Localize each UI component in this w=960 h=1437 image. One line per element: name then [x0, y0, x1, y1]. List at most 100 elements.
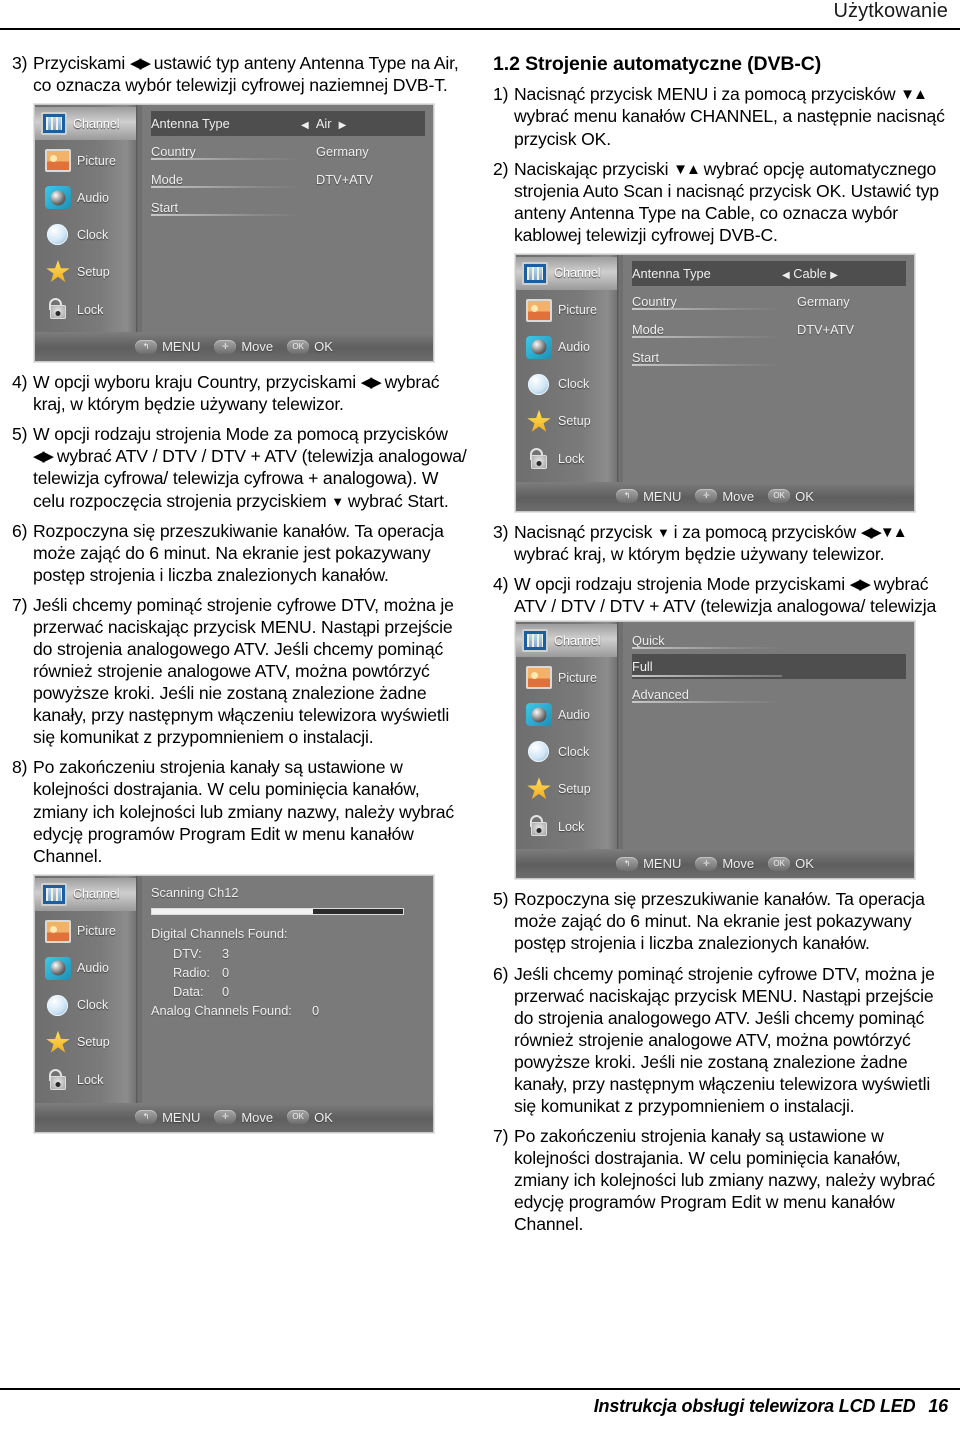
dpad-arrows-icon: ◀▶▼▲	[860, 523, 908, 541]
channel-icon	[41, 882, 67, 906]
item-text-a: Naciskając przyciski	[514, 158, 674, 179]
osd-footer-label: OK	[795, 488, 814, 504]
osd-sidebar-item-channel[interactable]: Channel	[516, 256, 620, 290]
osd-sidebar-item-audio[interactable]: Audio	[520, 331, 620, 364]
arrow-left-icon[interactable]: ◀	[782, 270, 790, 281]
item-number: 7)	[493, 1126, 509, 1147]
osd-row-separator	[151, 158, 301, 161]
osd-sidebar-item-lock[interactable]: Lock	[39, 1064, 139, 1097]
osd-row-mode[interactable]: Mode DTV+ATV	[151, 167, 425, 192]
osd-footer-move[interactable]: ✛ Move	[695, 489, 754, 504]
osd-sidebar-item-lock[interactable]: Lock	[520, 443, 620, 476]
osd-row-antenna-type[interactable]: Antenna Type ◀ Air ▶	[151, 111, 425, 137]
osd-footer-menu[interactable]: ↰ MENU	[616, 489, 681, 504]
clock-icon	[526, 740, 552, 763]
osd-footer-label: Move	[722, 488, 755, 504]
osd-content-pane: Scanning Ch12 Digital Channels Found: DT…	[142, 875, 433, 1103]
osd-row-label: Mode	[151, 172, 184, 188]
section-title: 1.2 Strojenie automatyczne (DVB-C)	[493, 53, 822, 75]
osd-footer-menu[interactable]: ↰ MENU	[135, 1110, 200, 1125]
header-divider	[0, 28, 960, 30]
item-body: Po zakończeniu strojenia kanały są ustaw…	[514, 1126, 935, 1235]
ok-key-icon: OK	[768, 489, 791, 504]
osd-row-label: Antenna Type	[151, 116, 230, 132]
osd-sidebar-item-clock[interactable]: Clock	[39, 218, 139, 251]
osd-sidebar-label: Lock	[558, 452, 585, 467]
arrow-right-icon[interactable]: ▶	[339, 120, 347, 131]
osd-sidebar-item-picture[interactable]: Picture	[520, 294, 620, 327]
osd-sidebar-item-picture[interactable]: Picture	[520, 661, 620, 694]
osd-row-separator	[632, 701, 782, 704]
osd-sidebar-label: Setup	[77, 264, 110, 279]
osd-footer-move[interactable]: ✛ Move	[695, 856, 754, 871]
osd-sidebar-item-audio[interactable]: Audio	[39, 952, 139, 985]
osd-row-separator	[632, 675, 782, 678]
osd-footer-ok[interactable]: OK OK	[287, 339, 333, 354]
osd-sidebar-item-channel[interactable]: Channel	[516, 624, 620, 658]
osd-row-start[interactable]: Start	[151, 195, 425, 220]
osd-row-advanced[interactable]: Advanced	[632, 682, 906, 707]
footer-divider	[0, 1388, 960, 1390]
osd-sidebar-label: Clock	[77, 227, 109, 242]
osd-sidebar: Channel Picture Audio Clock Setup Lock	[35, 105, 139, 333]
item-number: 3)	[12, 53, 28, 73]
osd-sidebar-item-clock[interactable]: Clock	[520, 368, 620, 401]
osd-sidebar-label: Channel	[554, 266, 601, 281]
osd-row-quick[interactable]: Quick	[632, 628, 906, 653]
osd-sidebar-item-channel[interactable]: Channel	[35, 877, 139, 911]
setup-star-icon	[45, 1030, 71, 1054]
osd-sidebar-item-channel[interactable]: Channel	[35, 107, 139, 141]
osd-content-pane: Antenna Type ◀ Cable ▶ Country Germany M…	[623, 254, 914, 482]
osd-footer-label: MENU	[643, 856, 682, 872]
osd-sidebar-item-picture[interactable]: Picture	[39, 144, 139, 177]
osd-row-label: Start	[151, 200, 179, 216]
footer-label: Instrukcja obsługi telewizora LCD LED	[593, 1396, 916, 1416]
item-body: Nacisnąć przycisk ▼ i za pomocą przycisk…	[514, 521, 948, 565]
osd-sidebar-item-audio[interactable]: Audio	[520, 698, 620, 731]
setup-star-icon	[45, 260, 71, 283]
osd-sidebar-item-lock[interactable]: Lock	[520, 810, 620, 843]
osd-sidebar-label: Setup	[558, 414, 591, 429]
osd-row-start[interactable]: Start	[632, 345, 906, 370]
osd-footer-ok[interactable]: OK OK	[768, 489, 814, 504]
osd-sidebar-item-audio[interactable]: Audio	[39, 181, 139, 214]
item-body: Po zakończeniu strojenia kanały są ustaw…	[33, 757, 454, 866]
osd-content-pane: Quick Full Advanced	[623, 622, 914, 850]
osd-row-antenna-type[interactable]: Antenna Type ◀ Cable ▶	[632, 260, 906, 286]
left-right-arrows-icon: ◀▶	[360, 374, 382, 392]
item-text-a: W opcji rodzaju strojenia Mode przyciska…	[514, 574, 850, 595]
osd-screenshot-scanning: Channel Picture Audio Clock Setup Lock S…	[34, 874, 434, 1133]
osd-row-country[interactable]: Country Germany	[632, 289, 906, 314]
analog-channels-value: 0	[312, 1002, 320, 1018]
osd-footer-menu[interactable]: ↰ MENU	[135, 339, 200, 354]
radio-label: Radio:	[173, 964, 210, 980]
lock-padlock-icon	[45, 298, 71, 321]
osd-sidebar-item-clock[interactable]: Clock	[520, 735, 620, 768]
osd-sidebar-item-lock[interactable]: Lock	[39, 293, 139, 326]
osd-footer-bar: ↰ MENU ✛ Move OK OK	[516, 481, 914, 511]
osd-row-mode[interactable]: Mode DTV+ATV	[632, 317, 906, 342]
right-item-7: 7) Po zakończeniu strojenia kanały są us…	[493, 1125, 948, 1235]
manual-page: Użytkowanie 3) Przyciskami ◀▶ ustawić ty…	[0, 0, 960, 1437]
osd-footer-ok[interactable]: OK OK	[768, 856, 814, 871]
osd-footer-menu[interactable]: ↰ MENU	[616, 856, 681, 871]
arrow-right-icon[interactable]: ▶	[830, 270, 838, 281]
osd-footer-label: OK	[795, 856, 814, 872]
clock-icon	[526, 373, 552, 396]
osd-footer-move[interactable]: ✛ Move	[214, 339, 273, 354]
osd-footer-ok[interactable]: OK OK	[287, 1110, 333, 1125]
osd-sidebar-label: Picture	[77, 924, 116, 939]
osd-sidebar-item-picture[interactable]: Picture	[39, 915, 139, 948]
right-item-5: 5) Rozpoczyna się przeszukiwanie kanałów…	[493, 888, 948, 954]
osd-footer-move[interactable]: ✛ Move	[214, 1110, 273, 1125]
osd-row-country[interactable]: Country Germany	[151, 139, 425, 164]
osd-sidebar-item-setup[interactable]: Setup	[520, 405, 620, 438]
osd-sidebar-item-setup[interactable]: Setup	[39, 1026, 139, 1059]
osd-sidebar-item-clock[interactable]: Clock	[39, 989, 139, 1022]
osd-footer-label: Move	[241, 339, 274, 355]
item-number: 8)	[12, 757, 28, 778]
osd-sidebar-item-setup[interactable]: Setup	[520, 772, 620, 805]
osd-sidebar-item-setup[interactable]: Setup	[39, 255, 139, 288]
arrow-left-icon[interactable]: ◀	[301, 120, 309, 131]
item-body: W opcji wyboru kraju Country, przyciskam…	[33, 371, 467, 415]
